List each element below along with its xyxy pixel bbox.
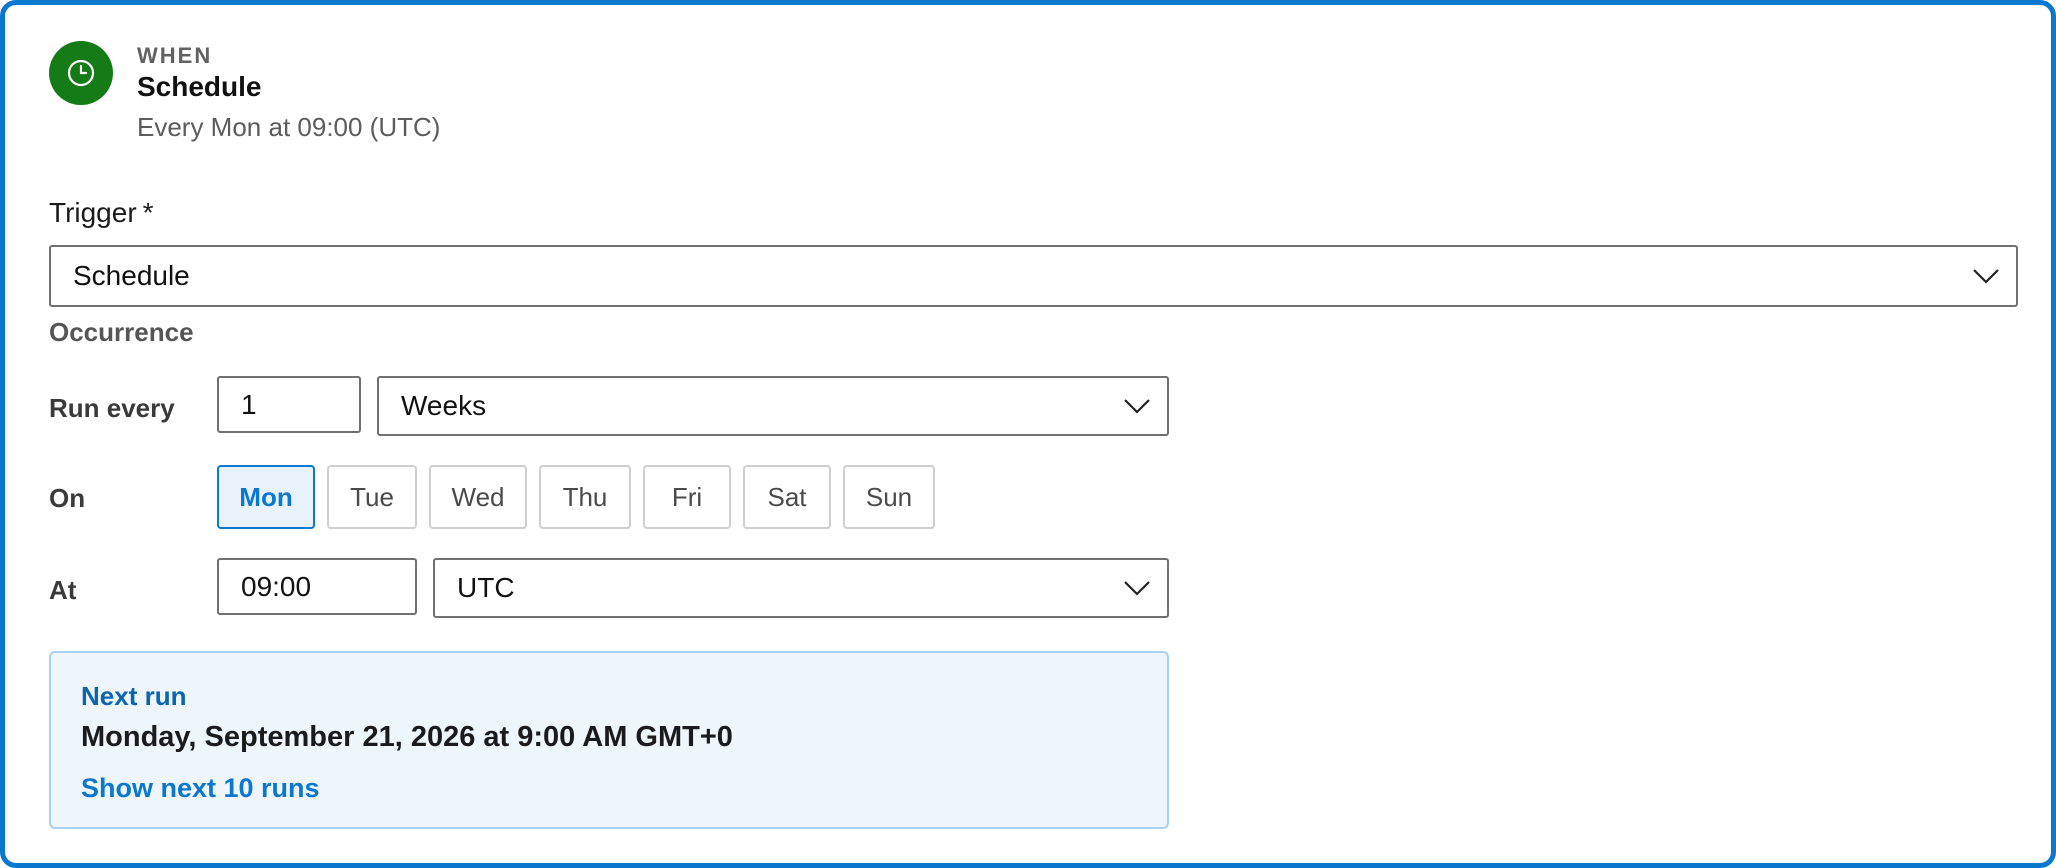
occurrence-heading: Occurrence bbox=[49, 317, 194, 347]
step-summary: Every Mon at 09:00 (UTC) bbox=[137, 112, 441, 142]
chevron-down-icon bbox=[1107, 398, 1167, 414]
next-run-title: Next run bbox=[81, 681, 187, 711]
interval-input[interactable]: 1 bbox=[217, 376, 361, 433]
timezone-value: UTC bbox=[457, 572, 515, 603]
at-time-label: At bbox=[49, 575, 77, 605]
trigger-label-text: Trigger bbox=[49, 197, 137, 228]
clock-icon bbox=[49, 41, 113, 105]
day-toggle-fri[interactable]: Fri bbox=[643, 465, 731, 529]
schedule-trigger-card: WHEN Schedule Every Mon at 09:00 (UTC) T… bbox=[0, 0, 2056, 868]
interval-unit-select[interactable]: Weeks bbox=[377, 376, 1169, 436]
step-title: Schedule bbox=[137, 71, 262, 102]
step-kicker: WHEN bbox=[137, 43, 213, 68]
day-toggle-sun[interactable]: Sun bbox=[843, 465, 935, 529]
day-toggle-mon[interactable]: Mon bbox=[217, 465, 315, 529]
required-marker: * bbox=[142, 197, 154, 228]
day-toggle-thu[interactable]: Thu bbox=[539, 465, 631, 529]
trigger-select-value: Schedule bbox=[73, 260, 190, 291]
next-run-date: Monday, September 21, 2026 at 9:00 AM GM… bbox=[81, 721, 733, 753]
day-toggle-wed[interactable]: Wed bbox=[429, 465, 527, 529]
day-toggle-sat[interactable]: Sat bbox=[743, 465, 831, 529]
chevron-down-icon bbox=[1956, 268, 2016, 284]
interval-unit-value: Weeks bbox=[401, 390, 487, 421]
day-toggle-tue[interactable]: Tue bbox=[327, 465, 417, 529]
on-days-label: On bbox=[49, 483, 86, 513]
time-input[interactable]: 09:00 bbox=[217, 558, 417, 615]
run-every-label: Run every bbox=[49, 393, 175, 423]
trigger-select[interactable]: Schedule bbox=[49, 245, 2018, 307]
timezone-select[interactable]: UTC bbox=[433, 558, 1169, 618]
chevron-down-icon bbox=[1107, 580, 1167, 596]
trigger-label: Trigger * bbox=[49, 197, 154, 229]
show-next-runs-link[interactable]: Show next 10 runs bbox=[81, 773, 320, 804]
next-run-panel: Next run Monday, September 21, 2026 at 9… bbox=[49, 651, 1169, 829]
